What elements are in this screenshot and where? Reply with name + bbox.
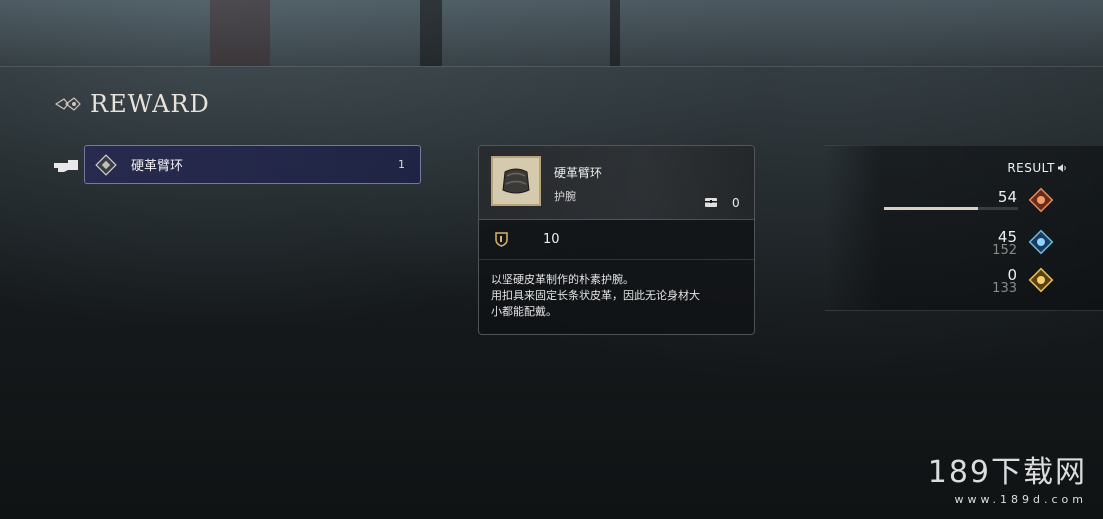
reward-header: REWARD	[54, 90, 210, 118]
result-row-blue: 45 152	[825, 226, 1103, 260]
defense-value: 10	[543, 232, 560, 247]
owned-count: 0	[732, 196, 740, 210]
result-progress-bar	[884, 207, 1018, 210]
blue-gem-icon	[1028, 229, 1054, 255]
reward-list-item[interactable]: 硬革臂环 1	[84, 145, 421, 184]
watermark-url: www.189d.com	[954, 493, 1087, 506]
item-description: 以坚硬皮革制作的朴素护腕。 用扣具来固定长条状皮革，因此无论身材大 小都能配戴。	[491, 272, 746, 320]
gold-coin-icon	[1028, 267, 1054, 293]
detail-item-type: 护腕	[554, 190, 576, 203]
result-progress-fill	[884, 207, 978, 210]
defense-stat-row: 10	[479, 220, 754, 260]
result-row-orange: 54	[825, 184, 1103, 218]
result-panel: RESULT 54 45 152 0 133	[825, 145, 1103, 311]
detail-item-name: 硬革臂环	[554, 166, 603, 180]
shield-icon	[495, 232, 508, 247]
orange-gem-icon	[1028, 187, 1054, 213]
reward-item-quantity: 1	[398, 158, 405, 171]
page-title: REWARD	[90, 90, 210, 118]
item-thumbnail	[491, 156, 541, 206]
tree-trunk	[420, 0, 442, 66]
ornament-icon	[54, 97, 81, 111]
result-value: 54	[997, 188, 1017, 206]
speaker-icon	[1058, 164, 1066, 172]
item-detail-panel: 硬革臂环 护腕 0 10 以坚硬皮革制作的朴素护腕。 用扣具来固定长条状皮革，因…	[478, 145, 755, 335]
item-diamond-icon	[95, 153, 117, 176]
result-subvalue: 152	[992, 243, 1017, 258]
reward-item-name: 硬革臂环	[131, 159, 184, 174]
result-row-gold: 0 133	[825, 264, 1103, 298]
watermark-title: 189下载网	[927, 455, 1087, 490]
result-subvalue: 133	[992, 281, 1017, 296]
result-label: RESULT	[1007, 161, 1055, 175]
description-line: 以坚硬皮革制作的朴素护腕。	[491, 273, 634, 286]
background-sky	[0, 0, 1103, 66]
header-divider	[0, 66, 1103, 67]
description-line: 用扣具来固定长条状皮革，因此无论身材大	[491, 289, 700, 302]
background-figure	[210, 0, 270, 66]
chest-icon	[705, 198, 717, 207]
bracer-icon	[493, 158, 539, 204]
pointing-hand-icon	[54, 160, 78, 172]
tree-branch	[610, 0, 620, 66]
site-watermark: 189下载网 www.189d.com	[928, 447, 1087, 506]
description-line: 小都能配戴。	[491, 305, 557, 318]
item-detail-header: 硬革臂环 护腕 0	[479, 146, 754, 220]
